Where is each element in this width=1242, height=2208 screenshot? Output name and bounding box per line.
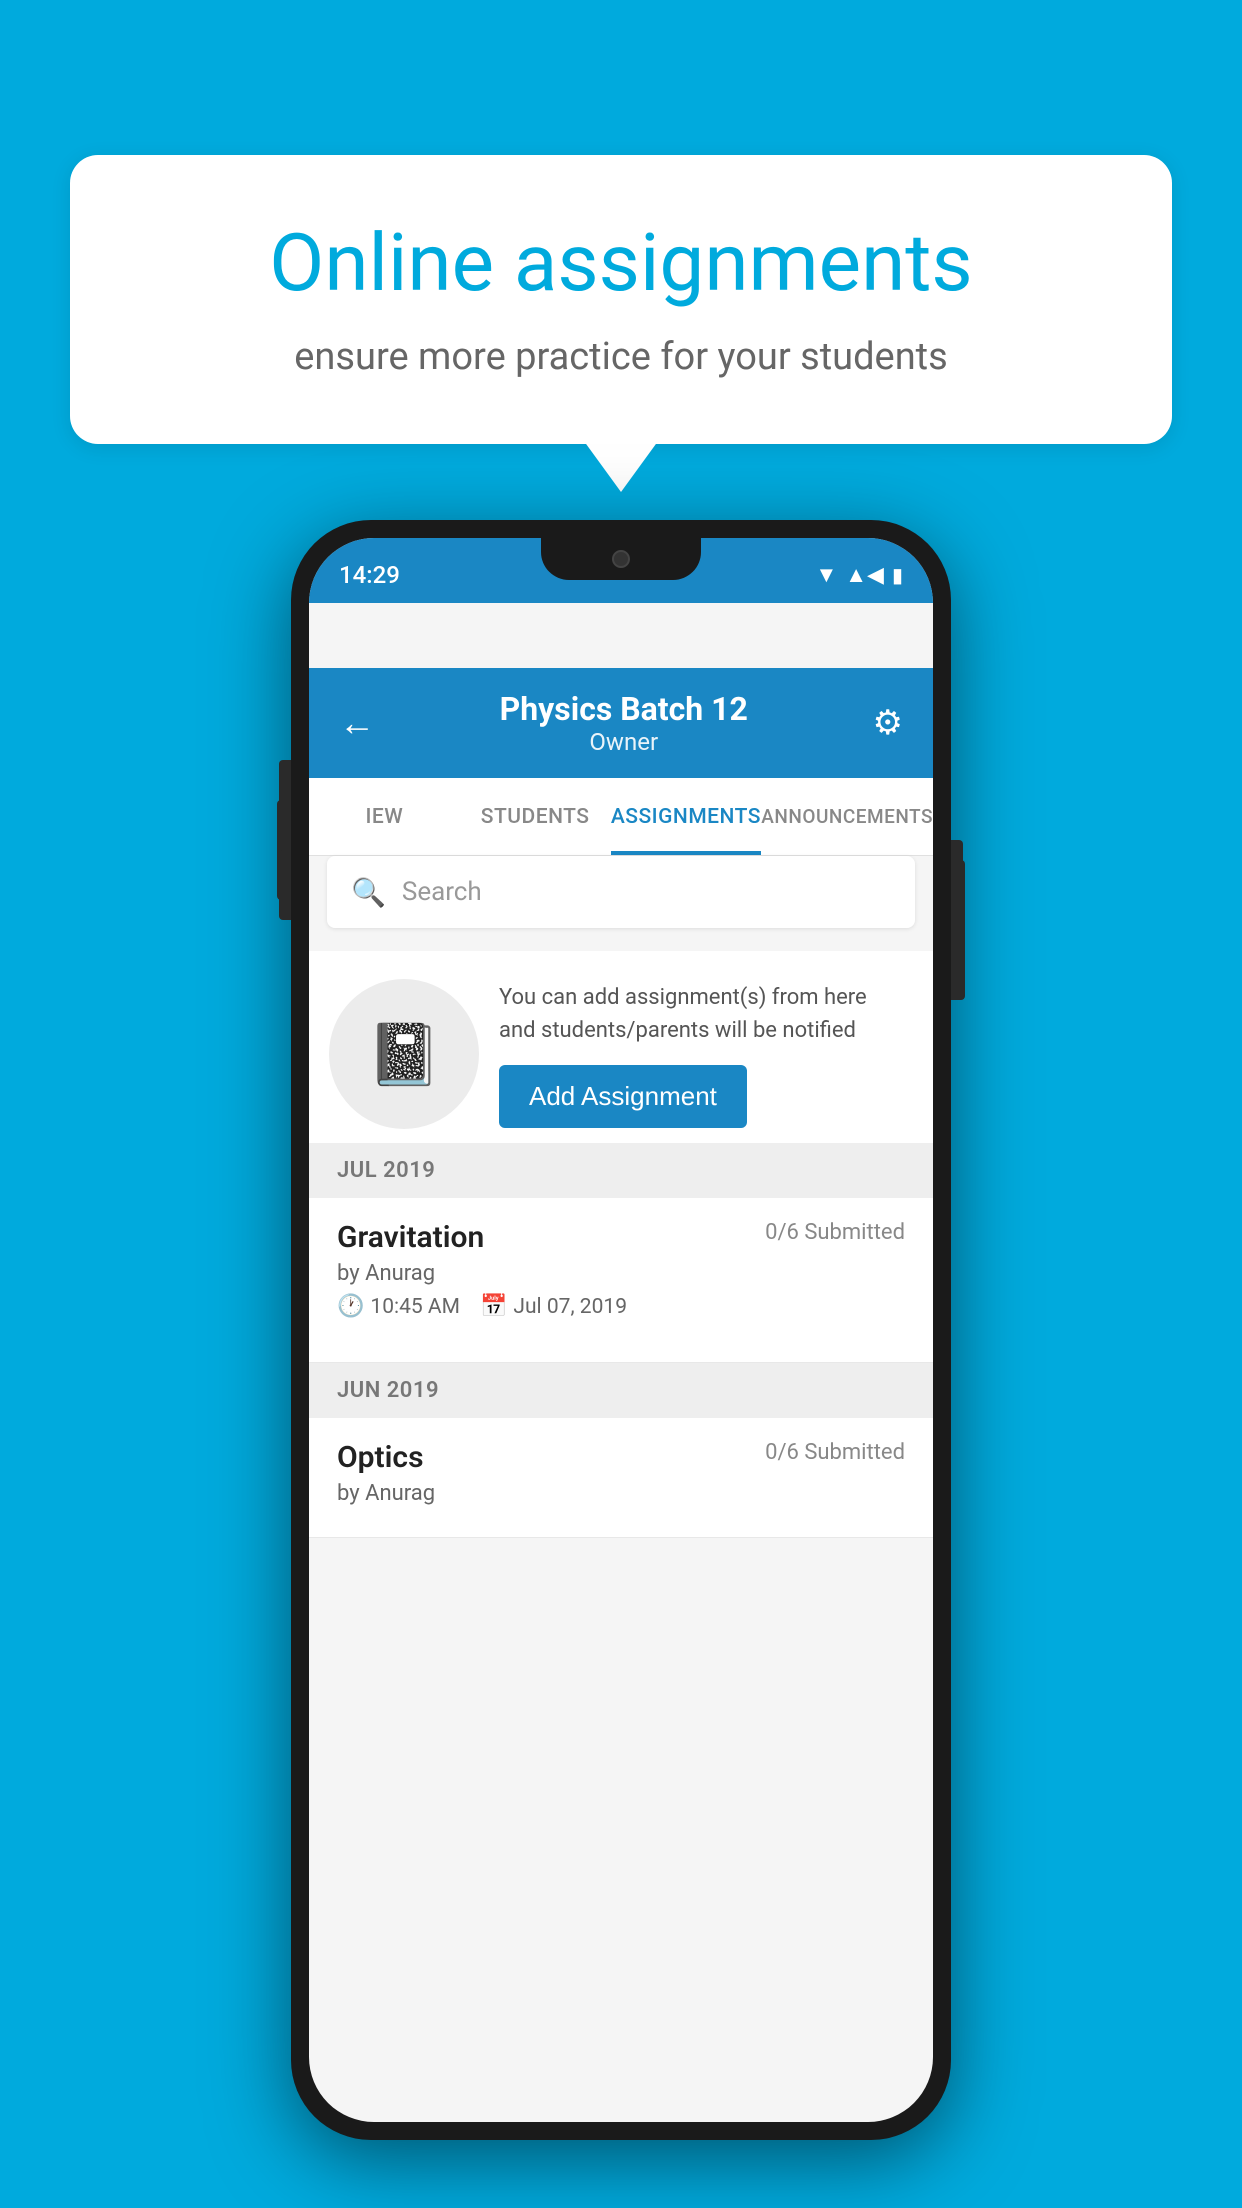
tab-announcements-label: ANNOUNCEMENTS: [761, 805, 933, 828]
battery-icon: ▮: [892, 563, 903, 587]
assignment-submitted-optics: 0/6 Submitted: [765, 1440, 905, 1465]
section-label-jul: JUL 2019: [337, 1158, 435, 1183]
meta-date-gravitation: 📅 Jul 07, 2019: [480, 1294, 627, 1319]
front-camera: [612, 550, 630, 568]
status-time: 14:29: [339, 561, 400, 589]
tab-iew[interactable]: IEW: [309, 778, 460, 855]
tab-iew-label: IEW: [365, 805, 403, 829]
speech-bubble: Online assignments ensure more practice …: [70, 155, 1172, 444]
volume-up-button: [279, 760, 291, 830]
notebook-icon: 📓: [367, 1019, 442, 1090]
tab-students-label: STUDENTS: [481, 805, 590, 829]
notch: [541, 538, 701, 580]
calendar-icon: 📅: [480, 1294, 507, 1319]
settings-icon[interactable]: ⚙: [873, 703, 903, 743]
signal-icon: ▲◀: [845, 562, 884, 588]
assignment-item-optics[interactable]: Optics 0/6 Submitted by Anurag: [309, 1418, 933, 1538]
search-icon: 🔍: [351, 876, 386, 909]
section-label-jun: JUN 2019: [337, 1378, 439, 1403]
assignment-row-top: Gravitation 0/6 Submitted: [337, 1220, 905, 1255]
assignment-item-gravitation[interactable]: Gravitation 0/6 Submitted by Anurag 🕐 10…: [309, 1198, 933, 1363]
assignment-meta-gravitation: 🕐 10:45 AM 📅 Jul 07, 2019: [337, 1294, 905, 1319]
bubble-title: Online assignments: [150, 215, 1092, 311]
header-title: Physics Batch 12: [500, 690, 748, 728]
app-header: ← Physics Batch 12 Owner ⚙: [309, 668, 933, 778]
date-value-gravitation: Jul 07, 2019: [513, 1295, 627, 1319]
clock-icon: 🕐: [337, 1294, 364, 1319]
assignment-submitted-gravitation: 0/6 Submitted: [765, 1220, 905, 1245]
status-icons: ▼ ▲◀ ▮: [816, 562, 904, 588]
header-subtitle: Owner: [500, 728, 748, 756]
assignment-by-optics: by Anurag: [337, 1481, 905, 1506]
add-assignment-button[interactable]: Add Assignment: [499, 1065, 747, 1128]
search-placeholder: Search: [402, 877, 482, 907]
phone-screen: 14:29 ▼ ▲◀ ▮ ← Physics Batch 12 Owner ⚙: [309, 538, 933, 2122]
volume-down-button: [279, 850, 291, 920]
screen-content: ← Physics Batch 12 Owner ⚙ IEW STUDENTS: [309, 603, 933, 2122]
time-value-gravitation: 10:45 AM: [370, 1295, 460, 1319]
header-center: Physics Batch 12 Owner: [500, 690, 748, 756]
tab-announcements[interactable]: ANNOUNCEMENTS: [761, 778, 933, 855]
promo-content: You can add assignment(s) from here and …: [499, 981, 905, 1128]
search-bar[interactable]: 🔍 Search: [327, 856, 915, 928]
promo-icon-circle: 📓: [329, 979, 479, 1129]
phone-shell: 14:29 ▼ ▲◀ ▮ ← Physics Batch 12 Owner ⚙: [291, 520, 951, 2140]
meta-time-gravitation: 🕐 10:45 AM: [337, 1294, 460, 1319]
assignment-row-top-optics: Optics 0/6 Submitted: [337, 1440, 905, 1475]
assignment-by-gravitation: by Anurag: [337, 1261, 905, 1286]
speech-bubble-area: Online assignments ensure more practice …: [70, 155, 1172, 444]
assignment-name-gravitation: Gravitation: [337, 1220, 484, 1255]
wifi-icon: ▼: [816, 562, 838, 588]
promo-description: You can add assignment(s) from here and …: [499, 981, 905, 1047]
back-button[interactable]: ←: [339, 702, 375, 744]
tab-students[interactable]: STUDENTS: [460, 778, 611, 855]
tab-assignments[interactable]: ASSIGNMENTS: [611, 778, 762, 855]
section-header-jul: JUL 2019: [309, 1143, 933, 1198]
tabs-bar: IEW STUDENTS ASSIGNMENTS ANNOUNCEMENTS: [309, 778, 933, 856]
power-button: [951, 840, 963, 960]
tab-assignments-label: ASSIGNMENTS: [611, 805, 761, 829]
section-header-jun: JUN 2019: [309, 1363, 933, 1418]
bubble-subtitle: ensure more practice for your students: [150, 331, 1092, 384]
phone-container: 14:29 ▼ ▲◀ ▮ ← Physics Batch 12 Owner ⚙: [291, 520, 951, 2140]
promo-card: 📓 You can add assignment(s) from here an…: [309, 951, 933, 1157]
assignment-name-optics: Optics: [337, 1440, 424, 1475]
